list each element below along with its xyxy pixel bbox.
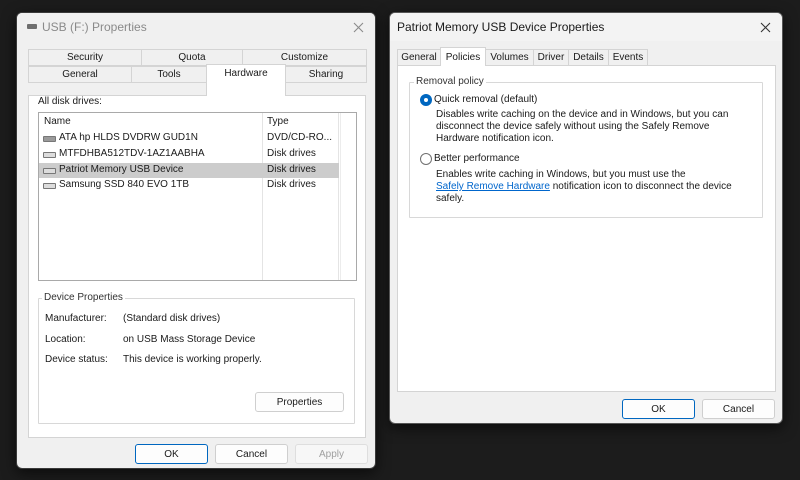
title-bar[interactable]: USB (F:) Properties xyxy=(17,13,375,41)
tab-label: Details xyxy=(573,52,604,63)
drive-icon xyxy=(27,24,37,29)
better-performance-radio[interactable] xyxy=(420,153,432,165)
tab-label: Events xyxy=(612,52,644,63)
cd-drive-icon xyxy=(43,136,56,142)
disk-drive-icon xyxy=(43,183,56,189)
removal-policy-legend: Removal policy xyxy=(414,76,486,87)
drive-name: Samsung SSD 840 EVO 1TB xyxy=(59,179,190,190)
disk-drive-icon xyxy=(43,152,56,158)
tab-label: Driver xyxy=(537,52,565,63)
better-performance-description: Enables write caching in Windows, but yo… xyxy=(436,169,732,205)
description-line: Hardware notification icon. xyxy=(436,133,554,144)
column-header-type[interactable]: Type xyxy=(267,116,289,127)
tab-label: Sharing xyxy=(308,69,344,80)
location-label: Location: xyxy=(45,334,86,345)
apply-button[interactable]: Apply xyxy=(295,444,368,464)
close-icon xyxy=(353,22,363,32)
button-label: OK xyxy=(651,403,666,415)
description-line: Disables write caching on the device and… xyxy=(436,109,729,120)
drive-name: MTFDHBA512TDV-1AZ1AABHA xyxy=(59,148,205,159)
tab-label: Security xyxy=(66,52,104,63)
tab-label: General xyxy=(62,69,98,80)
device-properties-legend: Device Properties xyxy=(42,292,125,303)
tab-label: Policies xyxy=(445,51,481,63)
ok-button[interactable]: OK xyxy=(622,399,695,419)
tab-tools[interactable]: Tools xyxy=(131,66,207,83)
list-item-selected[interactable]: Patriot Memory USB Device Disk drives xyxy=(39,163,339,178)
description-line: Safely Remove Hardware notification icon… xyxy=(436,181,732,193)
tab-volumes[interactable]: Volumes xyxy=(485,49,534,66)
manufacturer-value: (Standard disk drives) xyxy=(123,313,221,324)
drive-type: Disk drives xyxy=(267,148,316,159)
tab-general[interactable]: General xyxy=(28,66,132,83)
disk-drive-icon xyxy=(43,168,56,174)
description-line: disconnect the device safely without usi… xyxy=(436,121,710,132)
window-title: Patriot Memory USB Device Properties xyxy=(397,20,605,34)
drive-name: ATA hp HLDS DVDRW GUD1N xyxy=(59,132,198,143)
all-disk-drives-label: All disk drives: xyxy=(38,96,102,107)
tab-label: General xyxy=(401,52,437,63)
tab-driver[interactable]: Driver xyxy=(533,49,569,66)
list-header: Name Type xyxy=(39,115,356,131)
close-button[interactable] xyxy=(748,13,782,41)
list-item[interactable]: ATA hp HLDS DVDRW GUD1N DVD/CD-RO... xyxy=(39,131,339,146)
description-line: safely. xyxy=(436,193,465,204)
device-status-value: This device is working properly. xyxy=(123,354,262,365)
button-label: Properties xyxy=(276,396,323,408)
tab-sharing[interactable]: Sharing xyxy=(285,66,367,83)
quick-removal-radio[interactable] xyxy=(420,94,432,106)
button-label: Cancel xyxy=(722,403,755,415)
list-item[interactable]: MTFDHBA512TDV-1AZ1AABHA Disk drives xyxy=(39,147,339,162)
drive-type: DVD/CD-RO... xyxy=(267,132,332,143)
list-scrollbar[interactable] xyxy=(340,113,356,280)
title-bar[interactable]: Patriot Memory USB Device Properties xyxy=(390,13,782,41)
manufacturer-label: Manufacturer: xyxy=(45,313,107,324)
quick-removal-label[interactable]: Quick removal (default) xyxy=(434,94,537,105)
ok-button[interactable]: OK xyxy=(135,444,208,464)
tab-label: Tools xyxy=(157,69,181,80)
safely-remove-hardware-link[interactable]: Safely Remove Hardware xyxy=(436,181,550,192)
disk-drives-list[interactable]: Name Type ATA hp HLDS DVDRW GUD1N DVD/CD… xyxy=(38,112,357,281)
drive-type: Disk drives xyxy=(267,179,316,190)
column-header-name[interactable]: Name xyxy=(44,116,71,127)
tab-policies[interactable]: Policies xyxy=(440,47,486,66)
tab-details[interactable]: Details xyxy=(568,49,609,66)
tab-label: Volumes xyxy=(490,52,529,63)
tab-label: Quota xyxy=(178,52,206,63)
description-line: Enables write caching in Windows, but yo… xyxy=(436,169,686,180)
properties-button[interactable]: Properties xyxy=(255,392,344,412)
button-label: Apply xyxy=(318,448,344,460)
description-text: notification icon to disconnect the devi… xyxy=(549,181,732,192)
button-label: Cancel xyxy=(235,448,268,460)
window-title: USB (F:) Properties xyxy=(42,20,147,34)
tab-label: Customize xyxy=(280,52,329,63)
tab-events[interactable]: Events xyxy=(608,49,648,66)
quick-removal-description: Disables write caching on the device and… xyxy=(436,109,728,145)
tab-hardware[interactable]: Hardware xyxy=(206,64,286,96)
tab-label: Hardware xyxy=(224,68,268,79)
drive-type: Disk drives xyxy=(267,164,316,175)
close-button[interactable] xyxy=(341,13,375,41)
device-status-label: Device status: xyxy=(45,354,108,365)
usb-properties-window: USB (F:) Properties Security Quota Custo… xyxy=(16,12,376,469)
location-value: on USB Mass Storage Device xyxy=(123,334,256,345)
better-performance-label[interactable]: Better performance xyxy=(434,153,520,164)
device-properties-window: Patriot Memory USB Device Properties Gen… xyxy=(389,12,783,424)
list-item[interactable]: Samsung SSD 840 EVO 1TB Disk drives xyxy=(39,178,339,193)
tab-security[interactable]: Security xyxy=(28,49,142,66)
cancel-button[interactable]: Cancel xyxy=(702,399,775,419)
button-label: OK xyxy=(164,448,179,460)
cancel-button[interactable]: Cancel xyxy=(215,444,288,464)
close-icon xyxy=(760,22,770,32)
drive-name: Patriot Memory USB Device xyxy=(59,164,184,175)
tab-general[interactable]: General xyxy=(397,49,441,66)
